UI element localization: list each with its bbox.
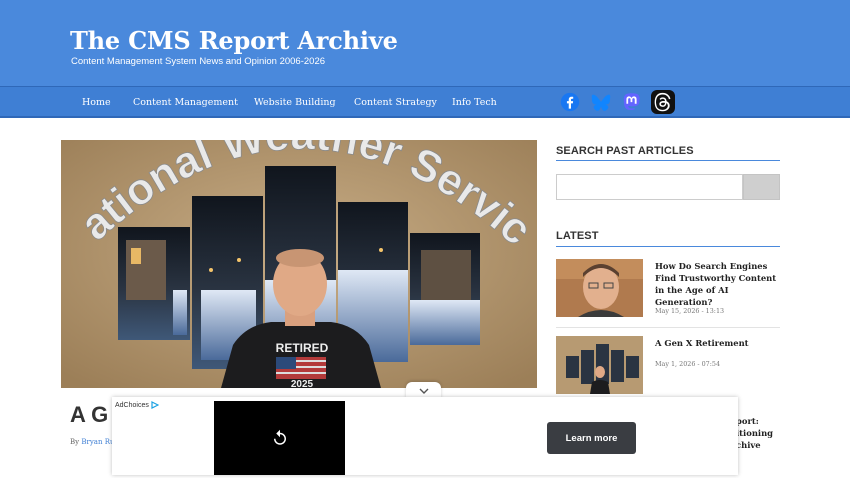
latest-heading-rule [556,246,780,247]
latest-thumbnail[interactable] [556,336,643,394]
canvas-panel [410,233,480,345]
threads-icon[interactable] [651,90,675,114]
latest-title[interactable]: A Gen X Retirement [655,337,783,349]
ad-banner: AdChoices Learn more [112,397,738,475]
canvas-panel [118,227,190,340]
nav-item-home[interactable]: Home [82,97,111,108]
latest-heading: LATEST [556,230,599,242]
search-heading: SEARCH PAST ARTICLES [556,145,694,157]
adchoices-label: AdChoices [115,401,149,409]
mastodon-icon[interactable] [620,90,644,114]
latest-thumbnail[interactable] [556,259,643,317]
author-link[interactable]: Bryan Ru [81,438,114,446]
nav-item-website-building[interactable]: Website Building [254,97,336,108]
latest-date: May 15, 2026 - 13:13 [655,307,725,315]
search-input[interactable] [556,174,743,200]
nav-item-content-strategy[interactable]: Content Strategy [354,97,437,108]
replay-icon[interactable] [271,429,289,447]
site-tagline: Content Management System News and Opini… [71,56,326,67]
latest-item[interactable]: How Do Search Engines Find Trustworthy C… [556,259,780,319]
shirt-text: RETIRED [276,341,329,355]
nav-item-content-management[interactable]: Content Management [133,97,238,108]
adchoices-link[interactable]: AdChoices [115,401,159,409]
search-heading-rule [556,160,780,161]
learn-more-button[interactable]: Learn more [547,422,636,454]
search-button[interactable] [743,174,780,200]
main-nav: Home Content Management Website Building… [0,86,850,118]
shirt-year: 2025 [291,379,314,388]
facebook-icon[interactable] [558,90,582,114]
latest-date: May 1, 2026 - 07:54 [655,360,721,368]
latest-separator [556,327,780,328]
chevron-down-icon [419,388,428,394]
nav-item-info-tech[interactable]: Info Tech [452,97,497,108]
ad-video[interactable] [214,401,345,475]
article-title[interactable]: A G [70,402,108,428]
site-title[interactable]: The CMS Report Archive [70,26,398,55]
byline-prefix: By [70,438,80,446]
site-header: The CMS Report Archive Content Managemen… [0,0,850,86]
adchoices-icon [151,401,159,409]
bluesky-icon[interactable] [589,90,613,114]
latest-title[interactable]: How Do Search Engines Find Trustworthy C… [655,260,783,308]
latest-item[interactable]: A Gen X Retirement May 1, 2026 - 07:54 [556,336,780,396]
latest-partial-title-line[interactable]: chive [736,439,761,452]
hero-image[interactable]: National Weather Service [61,140,537,388]
article-byline: By Bryan Ru [70,438,114,446]
